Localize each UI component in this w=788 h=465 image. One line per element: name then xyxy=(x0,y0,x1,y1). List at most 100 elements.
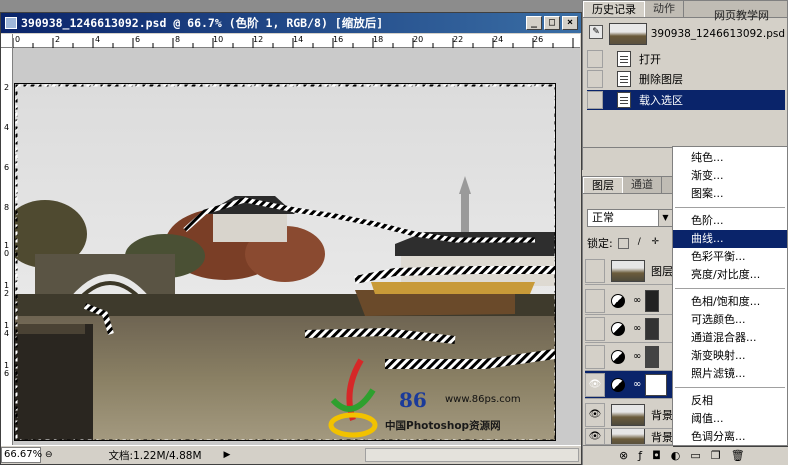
ruler-origin[interactable] xyxy=(1,34,13,48)
status-menu-icon[interactable]: ⊖ xyxy=(45,450,53,460)
layer-style-icon[interactable]: ƒ xyxy=(638,449,642,462)
menu-item-channel-mixer[interactable]: 通道混合器... xyxy=(673,329,787,347)
close-button[interactable]: × xyxy=(562,16,578,30)
add-mask-icon[interactable]: ◘ xyxy=(652,449,661,462)
layer-name: 背景 xyxy=(651,408,673,422)
ruler-tick-label: 1 4 xyxy=(3,321,10,338)
menu-item-gradient[interactable]: 渐变... xyxy=(673,167,787,185)
lock-transparency-icon[interactable] xyxy=(617,237,629,249)
blend-mode-select[interactable]: 正常 ▼ xyxy=(587,209,673,227)
zoom-field[interactable]: 66.67% xyxy=(1,447,42,463)
canvas-area[interactable]: 86 www.86ps.com 中国Photoshop资源网 xyxy=(13,48,580,445)
vertical-ruler[interactable]: 2 4 6 8 1 0 1 2 1 4 1 6 xyxy=(1,48,13,445)
horizontal-ruler[interactable]: 0 2 4 6 8 10 12 14 16 18 20 22 24 26 xyxy=(13,34,580,48)
menu-item-curves[interactable]: 曲线... xyxy=(673,230,787,248)
ruler-tick-label: 1 2 xyxy=(3,281,10,298)
document-info: 文档:1.22M/4.88M xyxy=(108,449,202,462)
tab-history[interactable]: 历史记录 xyxy=(583,1,645,17)
watermark: 86 www.86ps.com 中国Photoshop资源网 xyxy=(323,350,523,445)
tab-layers[interactable]: 图层 xyxy=(583,177,623,193)
tab-actions[interactable]: 动作 xyxy=(645,1,684,17)
horizontal-scrollbar[interactable] xyxy=(365,448,579,462)
ruler-tick-label: 2 xyxy=(3,83,10,92)
new-adjustment-layer-icon[interactable]: ◐ xyxy=(671,449,681,462)
layer-thumbnail xyxy=(611,429,645,444)
watermark-url: www.86ps.com xyxy=(445,394,521,405)
adjustment-layer-icon xyxy=(611,321,625,336)
eye-icon[interactable]: 👁 xyxy=(585,402,605,427)
new-layer-icon[interactable]: ❐ xyxy=(711,449,721,462)
new-group-icon[interactable]: ▭ xyxy=(690,449,700,462)
visibility-toggle[interactable] xyxy=(585,258,605,283)
menu-item-selective-color[interactable]: 可选颜色... xyxy=(673,311,787,329)
menu-item-invert[interactable]: 反相 xyxy=(673,392,787,410)
history-brush-icon[interactable]: ✎ xyxy=(589,25,603,39)
lock-brush-icon[interactable]: ∕ xyxy=(634,237,645,249)
layers-footer: ⊗ ƒ ◘ ◐ ▭ ❐ 🗑 xyxy=(583,445,788,465)
snapshot-name: 390938_1246613092.psd xyxy=(650,28,785,40)
delete-layer-icon[interactable]: 🗑 xyxy=(731,449,745,462)
history-item-load-selection[interactable]: 载入选区 xyxy=(587,90,785,110)
menu-separator xyxy=(675,387,785,388)
layer-row-background-copy[interactable]: 👁 背景 xyxy=(585,401,685,429)
document-title-bar[interactable]: 390938_1246613092.psd @ 66.7% (色阶 1, RGB… xyxy=(1,13,581,33)
link-icon: ∞ xyxy=(633,295,642,306)
adjustment-layer-icon xyxy=(611,349,625,364)
ruler-tick-label: 6 xyxy=(3,163,10,172)
layer-name: 背景 xyxy=(651,430,673,444)
menu-item-threshold[interactable]: 阈值... xyxy=(673,410,787,428)
chevron-down-icon[interactable]: ▼ xyxy=(658,210,672,226)
layer-row[interactable]: ∞ xyxy=(585,287,685,315)
visibility-toggle[interactable] xyxy=(585,288,605,313)
link-layers-icon[interactable]: ⊗ xyxy=(619,449,628,462)
menu-item-color-balance[interactable]: 色彩平衡... xyxy=(673,248,787,266)
layer-row[interactable]: ∞ xyxy=(585,315,685,343)
ruler-tick-label: 4 xyxy=(3,123,10,132)
eye-icon[interactable]: 👁 xyxy=(585,429,605,444)
ruler-ticks xyxy=(13,38,574,48)
history-state-icon xyxy=(617,92,631,108)
watermark-logo-text: 86 xyxy=(399,388,427,412)
adjustment-layer-menu: 纯色... 渐变... 图案... 色阶... 曲线... 色彩平衡... 亮度… xyxy=(672,146,788,446)
menu-item-gradient-map[interactable]: 渐变映射... xyxy=(673,347,787,365)
history-brush-source-checkbox[interactable] xyxy=(587,91,603,109)
layer-row[interactable]: ∞ xyxy=(585,343,685,371)
layer-row[interactable]: 图层 xyxy=(585,257,685,285)
lock-label: 锁定: xyxy=(587,237,613,250)
history-brush-source-checkbox[interactable] xyxy=(587,70,603,88)
layer-mask-thumbnail xyxy=(645,373,668,396)
history-item-label: 载入选区 xyxy=(639,94,683,107)
menu-item-hue-saturation[interactable]: 色相/饱和度... xyxy=(673,293,787,311)
layer-row-selected[interactable]: 👁 ∞ xyxy=(585,371,685,399)
layer-mask-thumbnail xyxy=(645,345,660,368)
history-snapshot[interactable]: ✎ 390938_1246613092.psd xyxy=(587,21,785,47)
menu-item-levels[interactable]: 色阶... xyxy=(673,212,787,230)
history-brush-source-checkbox[interactable] xyxy=(587,50,603,68)
history-item-open[interactable]: 打开 xyxy=(587,49,785,69)
menu-item-solid-color[interactable]: 纯色... xyxy=(673,149,787,167)
tab-channels[interactable]: 通道 xyxy=(623,177,662,193)
watermark-logo-icon xyxy=(328,358,378,438)
eye-icon[interactable]: 👁 xyxy=(585,372,605,397)
status-arrow-icon[interactable]: ▶ xyxy=(224,450,231,460)
link-icon: ∞ xyxy=(633,379,642,390)
document-icon xyxy=(5,17,17,29)
lock-move-icon[interactable]: ✛ xyxy=(650,237,661,249)
history-item-delete-layer[interactable]: 删除图层 xyxy=(587,69,785,89)
menu-item-brightness-contrast[interactable]: 亮度/对比度... xyxy=(673,266,787,284)
visibility-toggle[interactable] xyxy=(585,344,605,369)
menu-item-posterize[interactable]: 色调分离... xyxy=(673,428,787,446)
menu-item-pattern[interactable]: 图案... xyxy=(673,185,787,203)
layer-thumbnail xyxy=(611,259,645,282)
history-panel: 历史记录 动作 网页教学网 ✎ 390938_1246613092.psd 打开… xyxy=(582,0,788,171)
snapshot-thumbnail xyxy=(609,23,647,45)
visibility-toggle[interactable] xyxy=(585,316,605,341)
minimize-button[interactable]: _ xyxy=(526,16,542,30)
maximize-button[interactable]: □ xyxy=(544,16,560,30)
layer-row-background[interactable]: 👁 背景 xyxy=(585,429,685,445)
ruler-tick-label: 1 0 xyxy=(3,241,10,258)
history-state-icon xyxy=(617,71,631,87)
status-bar: 66.67% ⊖ 文档:1.22M/4.88M ▶ xyxy=(1,445,581,464)
document-window[interactable]: 390938_1246613092.psd @ 66.7% (色阶 1, RGB… xyxy=(0,12,582,465)
menu-item-photo-filter[interactable]: 照片滤镜... xyxy=(673,365,787,383)
